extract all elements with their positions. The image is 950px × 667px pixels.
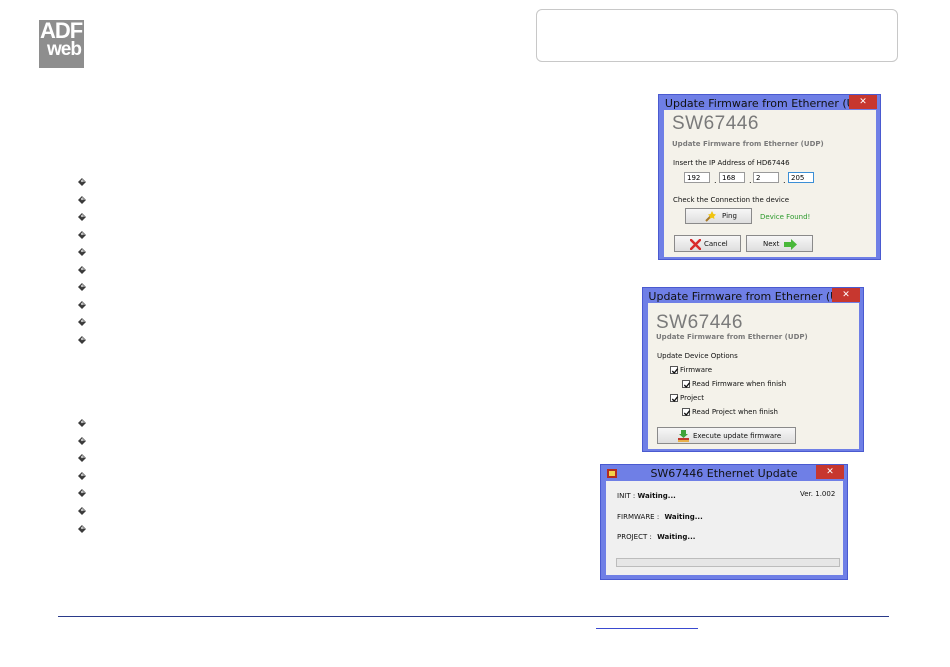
product-title: SW67446 [672,113,759,134]
product-title: SW67446 [656,312,743,333]
bullet-icon [77,335,87,345]
init-row: INIT : Waiting... [617,492,676,500]
bullet-icon [77,453,87,463]
bullet-icon [77,265,87,275]
project-status: Waiting... [657,533,696,541]
cancel-button[interactable]: Cancel [674,235,741,252]
ping-label: Ping [722,212,737,220]
firmware-label: Firmware [680,366,713,374]
checkmark-icon [671,396,679,402]
read-firmware-label: Read Firmware when finish [692,380,787,388]
dialog-update-firmware-ip: Update Firmware from Etherner (UDP) ✕ SW… [658,94,881,260]
bullet-icon [77,247,87,257]
bullet-icon [77,524,87,534]
bullet-icon [77,317,87,327]
bullet-icon [77,506,87,516]
dialog-ethernet-update: SW67446 Ethernet Update ✕ INIT : Waiting… [600,464,848,580]
firmware-status: Waiting... [664,513,703,521]
bullet-icon [77,300,87,310]
wand-icon [705,211,716,222]
ip-label: Insert the IP Address of HD67446 [673,159,790,167]
dialog-title: SW67446 Ethernet Update [650,467,798,480]
ip-octet-3[interactable]: 2 [753,172,779,183]
dialog-title: Update Firmware from Etherner (UDP) [664,97,875,110]
ip-octet-2[interactable]: 168 [719,172,745,183]
checkmark-icon [671,368,679,374]
close-icon[interactable]: ✕ [849,95,877,109]
project-label: Project [680,394,704,402]
project-checkbox[interactable] [670,394,679,402]
product-subtitle: Update Firmware from Etherner (UDP) [672,140,824,148]
version-text: Ver. 1.002 [800,490,836,498]
close-icon[interactable]: ✕ [816,465,844,479]
dialog-client: SW67446 Update Firmware from Etherner (U… [664,110,876,257]
bullet-icon [77,230,87,240]
dialog-title: Update Firmware from Etherner (UDP) [648,290,858,303]
update-progress-bar [616,558,840,567]
init-status: Waiting... [637,492,676,500]
options-label: Update Device Options [657,352,738,360]
checkmark-icon [683,410,691,416]
bullet-icon [77,471,87,481]
ip-dot: . [749,176,752,185]
read-project-checkbox[interactable] [682,408,691,416]
bullet-icon [77,282,87,292]
ping-button[interactable]: Ping [685,208,752,224]
bullet-icon [77,195,87,205]
project-label: PROJECT : [617,533,652,541]
execute-update-button[interactable]: Execute update firmware [657,427,796,444]
check-connection-label: Check the Connection the device [673,196,790,204]
bullet-icon [77,436,87,446]
arrow-right-icon [784,239,797,250]
bullet-icon [77,418,87,428]
cancel-x-icon [690,239,701,250]
firmware-row: FIRMWARE : Waiting... [617,513,703,521]
firmware-label: FIRMWARE : [617,513,660,521]
dialog-client: SW67446 Update Firmware from Etherner (U… [648,303,859,449]
header-box [536,9,898,62]
ip-octet-4[interactable]: 205 [788,172,814,183]
dialog-update-options: Update Firmware from Etherner (UDP) ✕ SW… [642,287,864,452]
product-subtitle: Update Firmware from Etherner (UDP) [656,333,808,341]
cancel-label: Cancel [704,239,728,248]
execute-update-label: Execute update firmware [693,431,782,440]
install-icon [678,430,689,442]
checkmark-icon [683,382,691,388]
next-button[interactable]: Next [746,235,813,252]
ip-dot: . [783,176,786,185]
next-label: Next [763,239,780,248]
close-icon[interactable]: ✕ [832,288,860,302]
bullet-icon [77,177,87,187]
ip-octet-1[interactable]: 192 [684,172,710,183]
project-row: PROJECT : Waiting... [617,533,695,541]
read-firmware-checkbox[interactable] [682,380,691,388]
logo-text-web: web [47,39,82,60]
device-status: Device Found! [760,213,811,221]
bullet-icon [77,212,87,222]
footer-divider [58,616,889,617]
footer-link-underline[interactable] [596,628,698,629]
ip-dot: . [714,176,717,185]
read-project-label: Read Project when finish [692,408,778,416]
init-label: INIT : [617,492,636,500]
firmware-checkbox[interactable] [670,366,679,374]
bullet-icon [77,488,87,498]
